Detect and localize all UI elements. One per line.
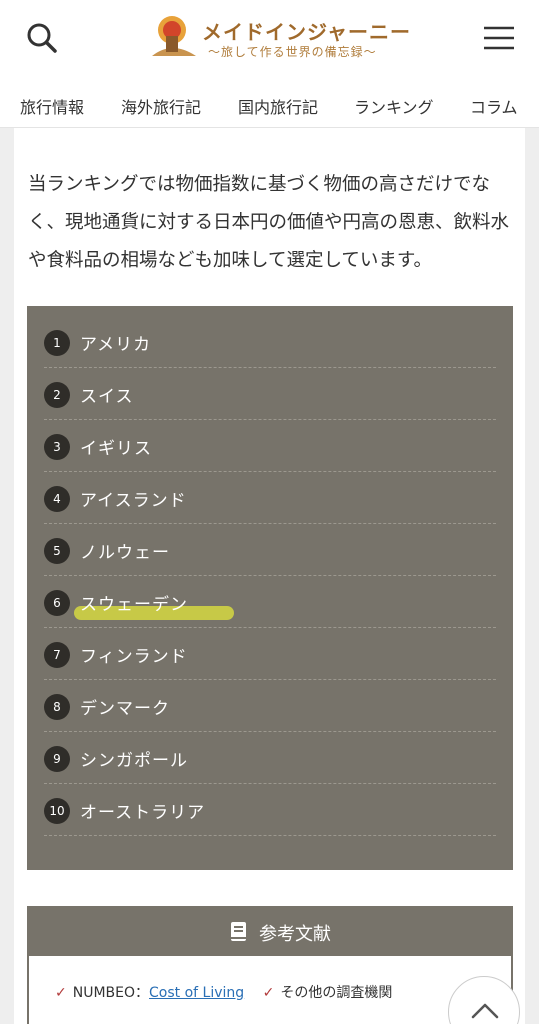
reference-source: NUMBEO：	[72, 985, 150, 1001]
rank-label: デンマーク	[80, 699, 170, 719]
rank-number-badge: 9	[44, 746, 70, 772]
references-list: ✓ NUMBEO：Cost of Living ✓ その他の調査機関	[55, 982, 392, 1002]
logo-title: メイドインジャーニー	[202, 20, 411, 44]
ranking-list: 1 アメリカ 2 スイス 3 イギリス 4 アイスランド 5 ノルウェー 6 ス…	[27, 306, 513, 870]
nav-item-column[interactable]: コラム	[470, 94, 518, 118]
rank-number-badge: 8	[44, 694, 70, 720]
references-header: 参考文献	[29, 908, 511, 956]
rank-label: アメリカ	[80, 335, 152, 355]
nav-item-travel-info[interactable]: 旅行情報	[20, 94, 84, 118]
logo-emblem-icon	[152, 16, 196, 56]
reference-other: その他の調査機関	[280, 985, 393, 1001]
ranking-item[interactable]: 3 イギリス	[44, 420, 496, 472]
ranking-item[interactable]: 2 スイス	[44, 368, 496, 420]
ranking-item[interactable]: 9 シンガポール	[44, 732, 496, 784]
rank-number-badge: 5	[44, 538, 70, 564]
ranking-item[interactable]: 6 スウェーデン	[44, 576, 496, 628]
search-icon[interactable]	[22, 18, 62, 58]
ranking-item[interactable]: 10 オーストラリア	[44, 784, 496, 836]
check-icon: ✓	[55, 985, 67, 1001]
rank-number-badge: 3	[44, 434, 70, 460]
rank-number-badge: 1	[44, 330, 70, 356]
article-content: 当ランキングでは物価指数に基づく物価の高さだけでなく、現地通貨に対する日本円の価…	[14, 128, 525, 1024]
ranking-item[interactable]: 5 ノルウェー	[44, 524, 496, 576]
rank-label: スウェーデン	[80, 595, 188, 615]
intro-paragraph: 当ランキングでは物価指数に基づく物価の高さだけでなく、現地通貨に対する日本円の価…	[28, 174, 510, 271]
ranking-item[interactable]: 1 アメリカ	[44, 316, 496, 368]
site-logo[interactable]: メイドインジャーニー 〜旅して作る世界の備忘録〜	[148, 10, 410, 66]
site-header: メイドインジャーニー 〜旅して作る世界の備忘録〜 旅行情報 海外旅行記 国内旅行…	[0, 0, 539, 128]
rank-label: オーストラリア	[80, 803, 206, 823]
global-nav: 旅行情報 海外旅行記 国内旅行記 ランキング コラム	[0, 82, 539, 126]
cost-of-living-link[interactable]: Cost of Living	[149, 985, 244, 1001]
rank-label: シンガポール	[80, 751, 188, 771]
ranking-item[interactable]: 4 アイスランド	[44, 472, 496, 524]
check-icon: ✓	[262, 985, 275, 1001]
scroll-to-top-button[interactable]	[448, 976, 520, 1024]
book-icon	[229, 921, 249, 943]
ranking-item[interactable]: 7 フィンランド	[44, 628, 496, 680]
logo-subtitle: 〜旅して作る世界の備忘録〜	[208, 45, 377, 59]
rank-number-badge: 2	[44, 382, 70, 408]
rank-label: スイス	[80, 387, 134, 407]
nav-item-overseas[interactable]: 海外旅行記	[121, 94, 201, 118]
ranking-item[interactable]: 8 デンマーク	[44, 680, 496, 732]
rank-label: ノルウェー	[80, 543, 170, 563]
references-box: 参考文献 ✓ NUMBEO：Cost of Living ✓ その他の調査機関	[27, 906, 513, 1024]
rank-number-badge: 4	[44, 486, 70, 512]
rank-label: アイスランド	[80, 491, 187, 511]
rank-number-badge: 7	[44, 642, 70, 668]
nav-item-domestic[interactable]: 国内旅行記	[238, 94, 318, 118]
rank-label: イギリス	[80, 439, 152, 459]
rank-label: フィンランド	[80, 647, 188, 667]
nav-item-ranking[interactable]: ランキング	[354, 94, 434, 118]
references-title: 参考文献	[259, 924, 331, 945]
rank-number-badge: 10	[44, 798, 70, 824]
chevron-up-icon	[471, 1003, 499, 1019]
hamburger-menu-icon[interactable]	[478, 18, 518, 58]
rank-number-badge: 6	[44, 590, 70, 616]
